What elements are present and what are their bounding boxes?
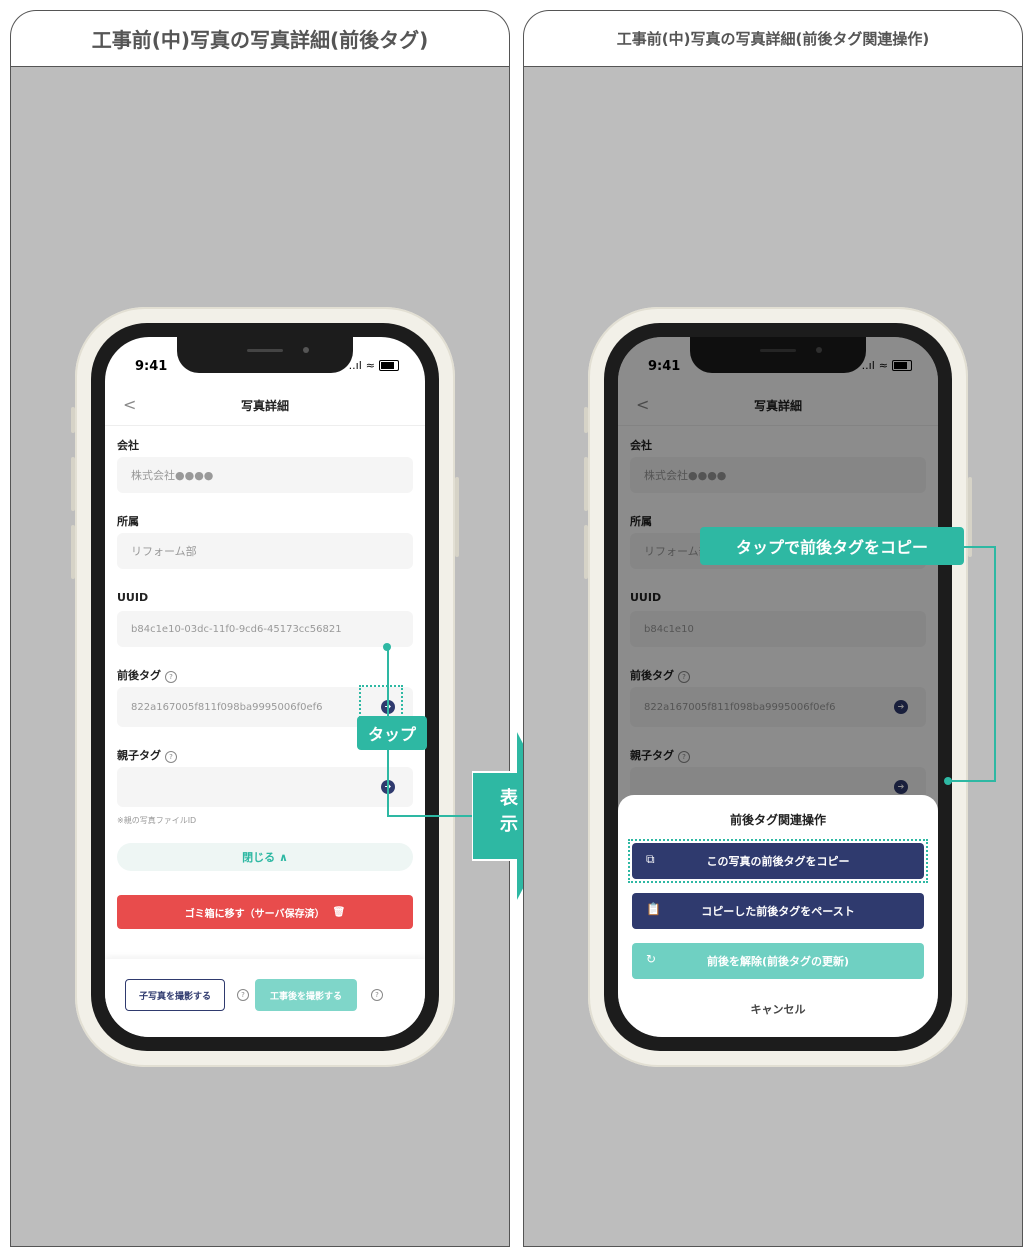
uuid-label: UUID — [117, 591, 149, 604]
close-button[interactable]: 閉じる ∧ — [117, 843, 413, 871]
volume-down-button — [584, 525, 588, 579]
tap-callout: タップ — [357, 716, 427, 750]
connector-dot — [383, 643, 391, 651]
connector-line — [964, 546, 996, 548]
department-label: 所属 — [117, 515, 139, 528]
wifi-icon: ≈ — [365, 359, 375, 372]
status-icons: ..ıl ≈ — [349, 359, 399, 372]
status-time: 9:41 — [135, 359, 168, 374]
phone-frame: 9:41 ..ıl ≈ < 写真詳細 会社 株式会社●●●● 所属 リフォーム部 — [584, 307, 972, 1067]
connector-line — [994, 546, 996, 782]
mute-switch — [71, 407, 75, 433]
left-panel-body: 9:41 ..ıl ≈ < 写真詳細 会社 株式会社●●●● 所属 リフォーム部 — [10, 66, 510, 1247]
action-sheet: 前後タグ関連操作 ⧉ この写真の前後タグをコピー 📋 コピーした前後タグをペース… — [618, 795, 938, 1037]
power-button — [455, 477, 459, 557]
clipboard-icon: 📋 — [646, 902, 661, 916]
uuid-field: b84c1e10-03dc-11f0-9cd6-45173cc56821 — [117, 611, 413, 647]
phone-screen: 9:41 ..ıl ≈ < 写真詳細 会社 株式会社●●●● 所属 リフォーム部 — [105, 337, 425, 1037]
bottom-action-bar: 子写真を撮影する ? 工事後を撮影する ? — [105, 959, 425, 1037]
sheet-title: 前後タグ関連操作 — [729, 813, 826, 827]
mute-switch — [584, 407, 588, 433]
right-panel-title: 工事前(中)写真の写真詳細(前後タグ関連操作) — [523, 10, 1023, 66]
trash-icon: 🗑 — [332, 906, 346, 918]
right-panel-body: 9:41 ..ıl ≈ < 写真詳細 会社 株式会社●●●● 所属 リフォーム部 — [523, 66, 1023, 1247]
paste-tag-button[interactable]: 📋 コピーした前後タグをペースト — [632, 893, 924, 929]
arrow-label: 表示 — [500, 788, 518, 835]
parent-note: ※親の写真ファイルID — [117, 816, 197, 825]
volume-down-button — [71, 525, 75, 579]
refresh-icon: ↻ — [646, 952, 657, 966]
navbar: < 写真詳細 — [105, 385, 425, 426]
before-after-tag-label: 前後タグ? — [117, 667, 177, 683]
phone-screen: 9:41 ..ıl ≈ < 写真詳細 会社 株式会社●●●● 所属 リフォーム部 — [618, 337, 938, 1037]
volume-up-button — [584, 457, 588, 511]
trash-button[interactable]: ゴミ箱に移す（サーバ保存済） 🗑 — [117, 895, 413, 929]
company-label: 会社 — [117, 439, 139, 452]
parent-child-tag-field — [117, 767, 413, 807]
after-photo-button[interactable]: 工事後を撮影する — [255, 979, 357, 1011]
department-field: リフォーム部 — [117, 533, 413, 569]
help-icon[interactable]: ? — [165, 671, 177, 683]
copy-callout: タップで前後タグをコピー — [700, 527, 964, 565]
child-photo-button[interactable]: 子写真を撮影する — [125, 979, 225, 1011]
page-title: 写真詳細 — [240, 399, 289, 413]
connector-line — [387, 815, 477, 817]
release-tag-button[interactable]: ↻ 前後を解除(前後タグの更新) — [632, 943, 924, 979]
right-panel: 工事前(中)写真の写真詳細(前後タグ関連操作) 9:41 ..ıl ≈ < 写真… — [523, 10, 1025, 1247]
notch — [177, 337, 353, 373]
battery-icon — [379, 360, 399, 371]
connector-line — [948, 780, 996, 782]
help-icon[interactable]: ? — [371, 989, 383, 1001]
copy-icon: ⧉ — [646, 852, 655, 866]
left-panel: 工事前(中)写真の写真詳細(前後タグ) 9:41 ..ıl ≈ < 写真詳細 会… — [10, 10, 512, 1247]
copy-tag-button[interactable]: ⧉ この写真の前後タグをコピー — [632, 843, 924, 879]
connector-dot — [944, 777, 952, 785]
phone-frame: 9:41 ..ıl ≈ < 写真詳細 会社 株式会社●●●● 所属 リフォーム部 — [71, 307, 459, 1067]
parent-child-tag-label: 親子タグ? — [117, 747, 177, 763]
help-icon[interactable]: ? — [165, 751, 177, 763]
volume-up-button — [71, 457, 75, 511]
cancel-button[interactable]: キャンセル — [618, 1001, 938, 1017]
left-panel-title: 工事前(中)写真の写真詳細(前後タグ) — [10, 10, 510, 66]
help-icon[interactable]: ? — [237, 989, 249, 1001]
power-button — [968, 477, 972, 557]
company-field: 株式会社●●●● — [117, 457, 413, 493]
